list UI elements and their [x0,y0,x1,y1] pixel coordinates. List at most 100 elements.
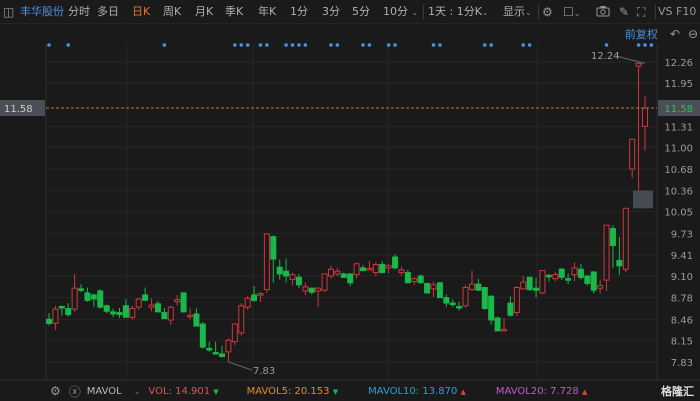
period-dropdown[interactable]: 10分 ⌄ [383,5,418,20]
event-marker-icon [367,43,372,47]
event-marker-icon [290,43,295,47]
candle-down [212,352,219,355]
gear-icon[interactable]: ⚙ [46,384,65,398]
candle-up [622,207,629,270]
candle-down [116,312,123,316]
candle-up [571,267,578,276]
display-dropdown[interactable]: 显示⌄ [503,5,532,20]
event-marker-icon [335,43,340,47]
price-tick-label: 8.78 [671,294,693,305]
price-tick-label: 10.05 [664,208,693,219]
candle-down [584,275,591,284]
tab-multi-day[interactable]: 多日 [97,5,119,19]
multi-day-label: 1天 : 1分K [428,5,482,18]
divider [538,5,539,19]
indicator-name[interactable]: MAVOL [87,386,122,397]
event-marker-icon [303,43,308,47]
candle-down [533,287,540,291]
candle-up [603,224,610,281]
candle-up [257,293,264,296]
candle-down [276,266,283,275]
indicator-label: MAVOL5: [246,385,292,397]
tab-daily-k[interactable]: 日K [132,5,150,19]
tab-quarterly-k[interactable]: 季K [225,5,243,19]
indicator-value: 20.153 [294,385,330,397]
candle-up [398,269,405,274]
tab-3min[interactable]: 3分 [322,5,340,19]
low-annotation-label: 7.83 [253,366,275,377]
event-marker-icon [233,43,237,47]
candle-down [590,271,597,291]
candle-up [263,233,270,291]
candle-up [174,299,181,303]
candle-up [129,308,136,318]
event-marker-icon [489,43,493,47]
candle-up [135,298,142,308]
candle-down [417,275,424,284]
pencil-icon[interactable]: ✎ [619,5,629,19]
candle-down [270,236,277,260]
tab-5min[interactable]: 5分 [352,5,370,19]
vs-f10-button[interactable]: VS F10 [658,5,696,19]
indicator-item: MAVOL5: 20.153 ▼ [247,386,338,397]
candle-down [616,259,623,267]
current-price-label: 11.58 [664,104,693,115]
candle-down [251,294,258,301]
tab-1min[interactable]: 1分 [290,5,308,19]
gear-icon[interactable]: ⚙ [542,5,553,19]
candle-up [520,281,527,290]
event-marker-icon [66,43,71,47]
candle-down [283,270,290,277]
divider [423,5,424,19]
candle-down [78,288,85,291]
adjust-mode-button[interactable]: 前复权 [625,26,658,42]
indicator-label: MAVOL10: [368,385,420,397]
undo-icon[interactable]: ↶ [666,27,684,41]
chevron-down-icon: ⌄ [525,8,532,17]
candle-up [334,270,341,275]
candle-up [642,107,648,127]
candle-down [526,276,533,291]
price-tick-label: 8.15 [671,336,693,347]
event-marker-icon [162,43,167,47]
candle-down [103,305,110,312]
event-marker-icon [47,43,51,47]
sidebar-toggle-icon[interactable]: ◫ [3,5,14,19]
close-circle-icon[interactable]: ⓧ [65,383,85,400]
event-marker-icon [386,43,391,47]
candle-up [430,284,437,290]
candle-up [597,284,604,289]
candle-up [366,268,373,271]
price-tick-label: 7.83 [671,358,693,369]
candle-up [462,287,469,307]
price-tick-label: 10.68 [664,165,693,176]
candle-down [122,305,129,318]
candle-down [180,292,187,313]
candlestick-chart[interactable]: 12.26 11.95 11.31 11.00 10.68 10.36 10.05 9.73 9… [0,0,700,401]
candle-up [289,274,296,280]
candle-up [186,314,193,318]
stock-name[interactable]: 丰华股份 [20,5,64,19]
multi-day-dropdown[interactable]: 1天 : 1分K⌄ [428,5,489,20]
candle-down [392,256,399,269]
candle-down [46,318,52,324]
tab-intraday[interactable]: 分时 [68,5,90,19]
logo: 格隆汇 [661,385,694,398]
tab-weekly-k[interactable]: 周K [163,5,181,19]
candle-down [494,317,501,332]
tab-monthly-k[interactable]: 月K [195,5,213,19]
indicator-bar: ⚙ ⓧ MAVOL ⌄ VOL: 14.901 ▼ MAVOL5: 20.153 … [0,381,700,401]
candle-up [513,287,520,314]
camera-icon[interactable] [596,4,610,21]
zoom-out-icon[interactable]: ⊖ [684,27,700,41]
chevron-down-icon: ⌄ [411,8,419,17]
trend-down-icon: ▼ [213,387,219,396]
fullscreen-icon[interactable]: ⛶ [637,5,645,19]
event-marker-icon [482,43,487,47]
chevron-down-icon[interactable]: ⌄ [134,387,141,396]
layout-square-icon[interactable]: ☐⌄ [563,5,580,21]
tab-yearly-k[interactable]: 年K [258,5,276,19]
event-marker-icon [329,43,333,47]
candle-down [347,273,354,284]
candle-down [295,276,302,286]
